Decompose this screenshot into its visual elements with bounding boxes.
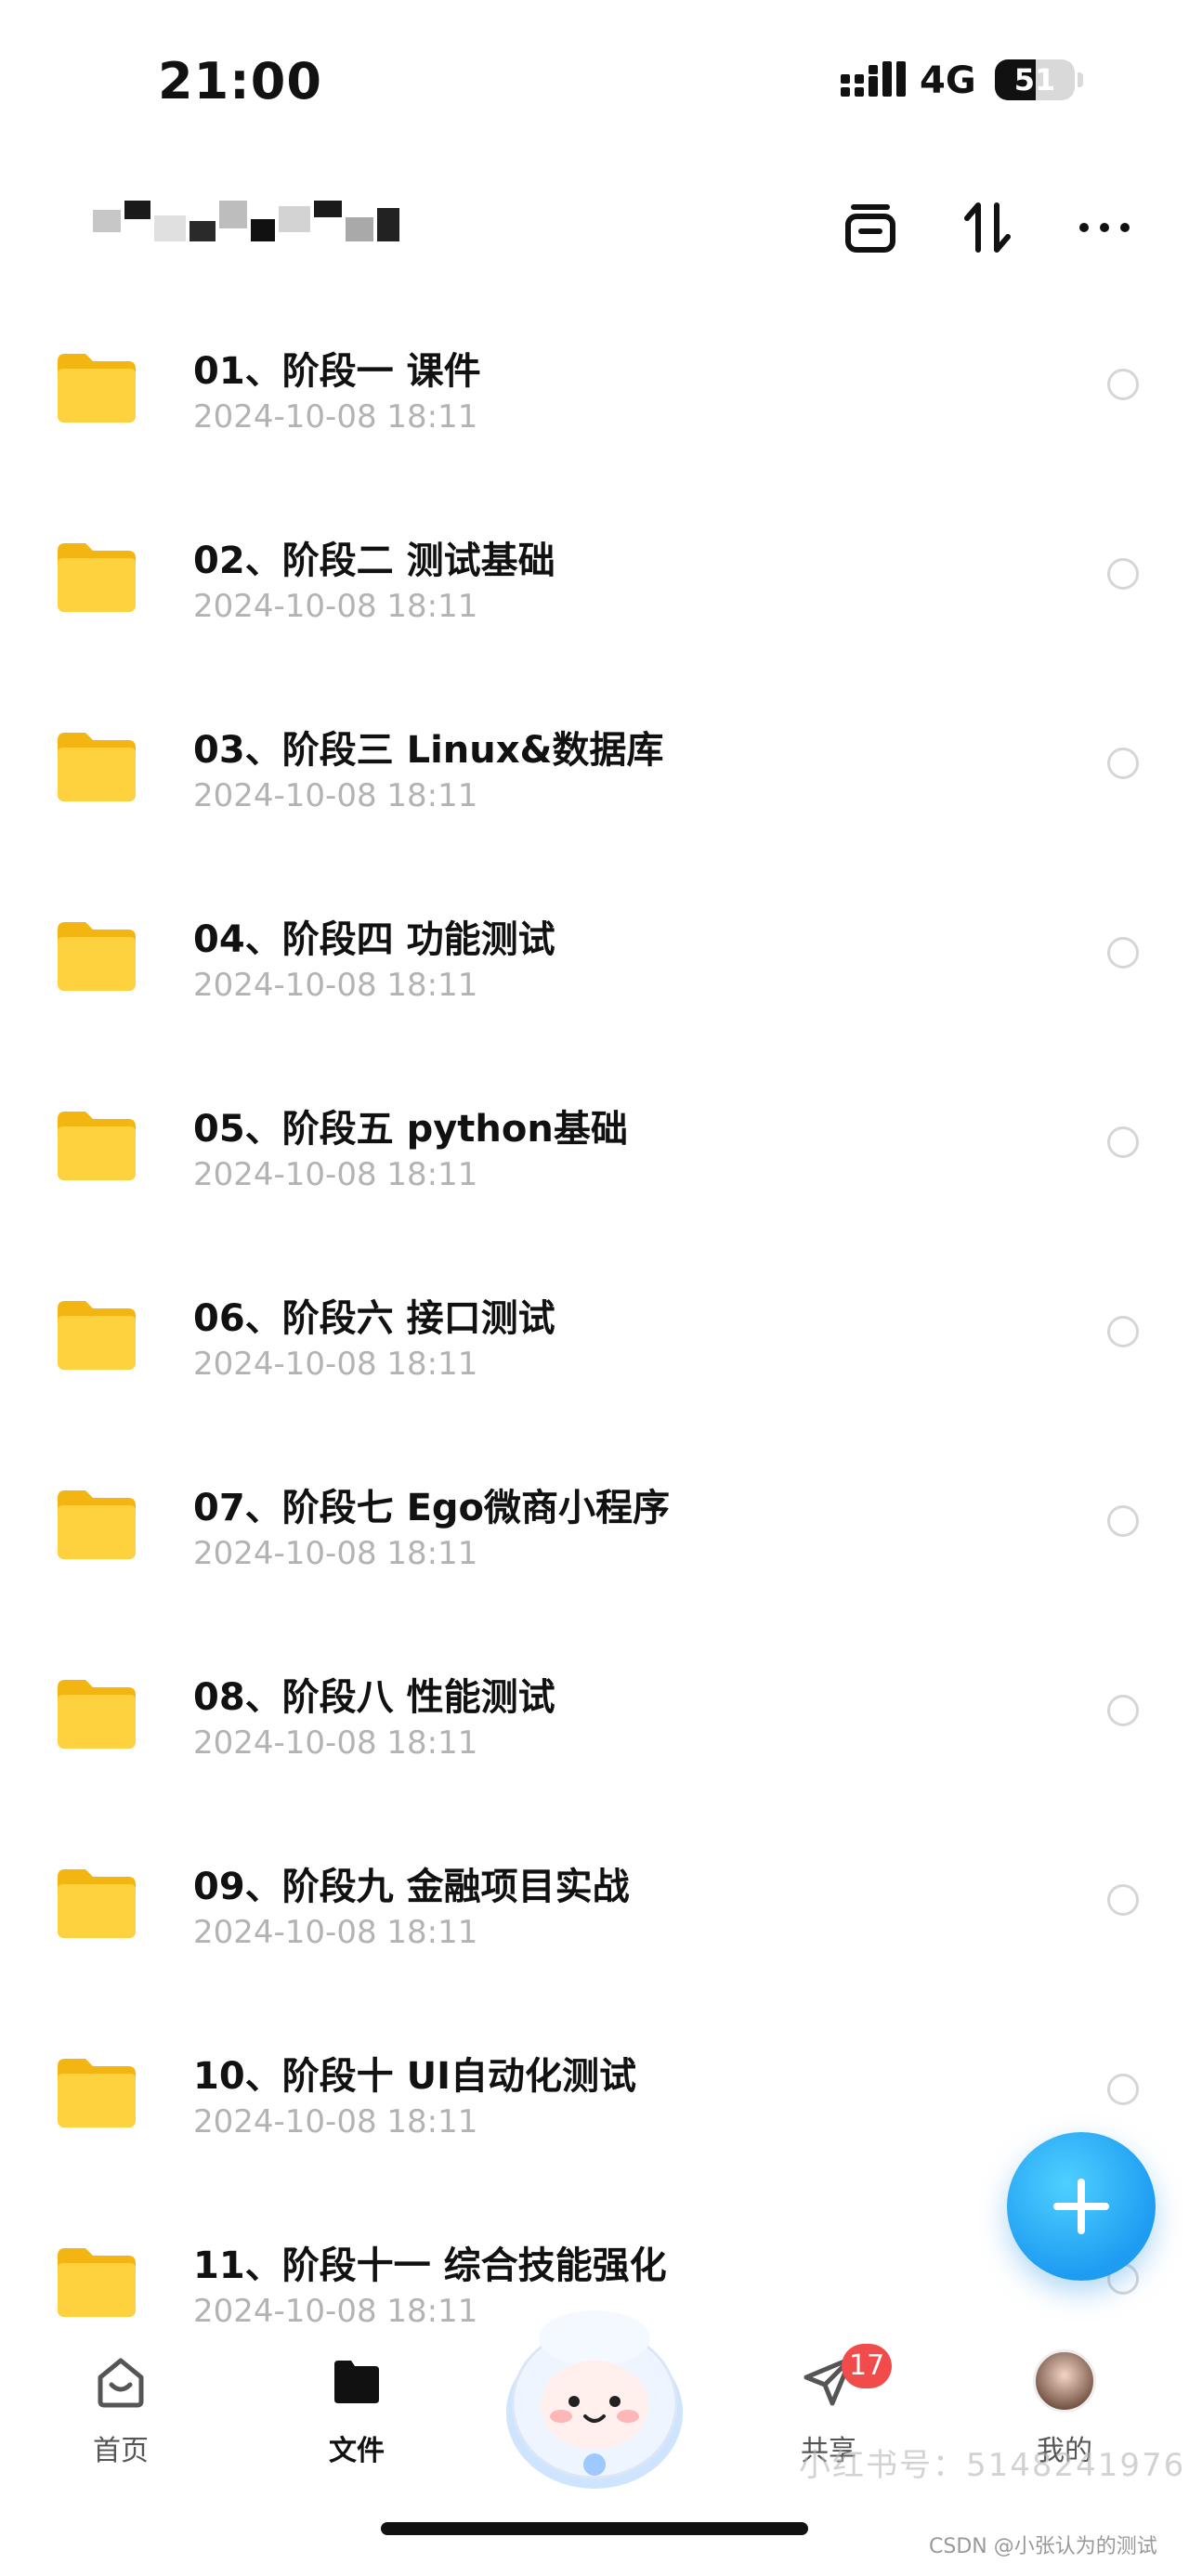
battery-cap <box>1078 72 1083 87</box>
nav-home-label: 首页 <box>93 2435 149 2467</box>
select-radio[interactable] <box>1107 1505 1139 1537</box>
file-date: 2024-10-08 18:11 <box>193 398 478 436</box>
nav-home[interactable]: 首页 <box>37 2348 204 2468</box>
file-row[interactable]: 10、阶段十 UI自动化测试 2024-10-08 18:11 <box>0 2007 1189 2196</box>
file-date: 2024-10-08 18:11 <box>193 1914 478 1951</box>
file-list: 01、阶段一 课件 2024-10-08 18:11 02、阶段二 测试基础 2024… <box>0 302 1189 2386</box>
file-date: 2024-10-08 18:11 <box>193 1346 478 1383</box>
watermark-text: 小红书号：5148241976 <box>799 2447 1186 2484</box>
more-button[interactable] <box>1065 188 1144 267</box>
file-name: 07、阶段七 Ego微商小程序 <box>193 1487 671 1529</box>
file-name: 04、阶段四 功能测试 <box>193 918 555 961</box>
battery-icon: 51 <box>995 59 1075 100</box>
folder-icon <box>58 2059 136 2127</box>
signal-icon <box>841 61 906 97</box>
header-actions <box>830 188 1144 267</box>
folder-icon <box>58 1112 136 1180</box>
nav-files-label: 文件 <box>329 2435 385 2467</box>
share-badge: 17 <box>842 2344 893 2388</box>
add-button[interactable] <box>1007 2132 1156 2281</box>
folder-icon <box>58 1869 136 1938</box>
mascot-icon <box>506 2310 683 2489</box>
file-row[interactable]: 03、阶段三 Linux&数据库 2024-10-08 18:11 <box>0 681 1189 870</box>
sort-button[interactable] <box>947 188 1027 267</box>
select-radio[interactable] <box>1107 2074 1139 2105</box>
select-radio[interactable] <box>1107 1884 1139 1916</box>
folder-icon <box>58 1680 136 1749</box>
files-icon <box>334 2361 379 2403</box>
select-radio[interactable] <box>1107 1126 1139 1158</box>
file-date: 2024-10-08 18:11 <box>193 2103 478 2140</box>
file-name: 09、阶段九 金融项目实战 <box>193 1866 630 1908</box>
file-name: 01、阶段一 课件 <box>193 350 481 393</box>
more-icon <box>1079 223 1130 232</box>
select-mode-icon <box>845 204 895 253</box>
status-bar: 21:00 4G 51 <box>0 0 1189 158</box>
select-radio[interactable] <box>1107 1316 1139 1347</box>
status-time: 21:00 <box>158 52 322 111</box>
select-mode-button[interactable] <box>830 188 910 267</box>
file-date: 2024-10-08 18:11 <box>193 1535 478 1572</box>
file-row[interactable]: 04、阶段四 功能测试 2024-10-08 18:11 <box>0 870 1189 1060</box>
file-row[interactable]: 07、阶段七 Ego微商小程序 2024-10-08 18:11 <box>0 1438 1189 1628</box>
home-indicator <box>381 2522 808 2535</box>
file-date: 2024-10-08 18:11 <box>193 1724 478 1762</box>
file-date: 2024-10-08 18:11 <box>193 967 478 1004</box>
file-name: 03、阶段三 Linux&数据库 <box>193 729 664 772</box>
folder-icon <box>58 2248 136 2317</box>
csdn-watermark: CSDN @小张认为的测试 <box>929 2535 1157 2558</box>
folder-icon <box>58 1490 136 1559</box>
select-radio[interactable] <box>1107 937 1139 969</box>
header <box>0 158 1189 297</box>
avatar <box>1033 2349 1096 2413</box>
folder-title-redacted <box>93 201 427 241</box>
file-date: 2024-10-08 18:11 <box>193 777 478 814</box>
select-radio[interactable] <box>1107 558 1139 590</box>
home-icon <box>98 2358 144 2408</box>
file-name: 10、阶段十 UI自动化测试 <box>193 2055 636 2098</box>
file-date: 2024-10-08 18:11 <box>193 588 478 625</box>
folder-icon <box>58 354 136 423</box>
file-row[interactable]: 06、阶段六 接口测试 2024-10-08 18:11 <box>0 1249 1189 1438</box>
select-radio[interactable] <box>1107 748 1139 779</box>
assistant-mascot-button[interactable] <box>492 2301 697 2496</box>
file-date: 2024-10-08 18:11 <box>193 1156 478 1193</box>
select-radio[interactable] <box>1107 1695 1139 1726</box>
file-row[interactable]: 05、阶段五 python基础 2024-10-08 18:11 <box>0 1060 1189 1249</box>
folder-icon <box>58 922 136 991</box>
folder-icon <box>58 1301 136 1370</box>
file-row[interactable]: 01、阶段一 课件 2024-10-08 18:11 <box>0 302 1189 491</box>
sort-icon <box>964 202 1011 253</box>
nav-files[interactable]: 文件 <box>273 2348 440 2468</box>
file-name: 11、阶段十一 综合技能强化 <box>193 2244 667 2287</box>
file-date: 2024-10-08 18:11 <box>193 2293 478 2330</box>
folder-icon <box>58 543 136 612</box>
file-name: 05、阶段五 python基础 <box>193 1108 628 1151</box>
file-row[interactable]: 08、阶段八 性能测试 2024-10-08 18:11 <box>0 1628 1189 1817</box>
file-name: 08、阶段八 性能测试 <box>193 1676 555 1719</box>
folder-icon <box>58 733 136 801</box>
battery-percent: 51 <box>1013 62 1056 98</box>
file-row[interactable]: 09、阶段九 金融项目实战 2024-10-08 18:11 <box>0 1817 1189 2007</box>
network-type: 4G <box>920 59 976 102</box>
file-name: 02、阶段二 测试基础 <box>193 540 555 582</box>
plus-icon <box>1053 2179 1109 2234</box>
file-row[interactable]: 02、阶段二 测试基础 2024-10-08 18:11 <box>0 491 1189 681</box>
select-radio[interactable] <box>1107 369 1139 400</box>
file-name: 06、阶段六 接口测试 <box>193 1297 555 1340</box>
